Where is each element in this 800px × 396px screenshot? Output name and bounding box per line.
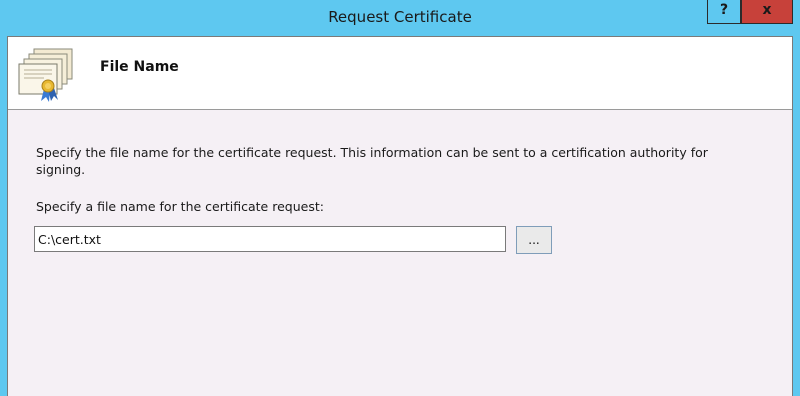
- title-bar[interactable]: Request Certificate ? x: [0, 0, 800, 36]
- instructions-text: Specify the file name for the certificat…: [36, 145, 708, 177]
- close-button[interactable]: x: [741, 0, 793, 24]
- wizard-header: File Name: [8, 37, 792, 110]
- help-button[interactable]: ?: [707, 0, 741, 24]
- file-name-input[interactable]: [34, 226, 506, 252]
- browse-button[interactable]: ...: [516, 226, 552, 254]
- request-certificate-window: Request Certificate ? x File Name Specif…: [0, 0, 800, 396]
- dialog-body: File Name Specify the file name for the …: [7, 36, 793, 396]
- file-name-label: Specify a file name for the certificate …: [36, 199, 324, 214]
- window-title: Request Certificate: [328, 8, 472, 26]
- certificate-icon: [18, 48, 73, 102]
- page-title: File Name: [100, 59, 179, 75]
